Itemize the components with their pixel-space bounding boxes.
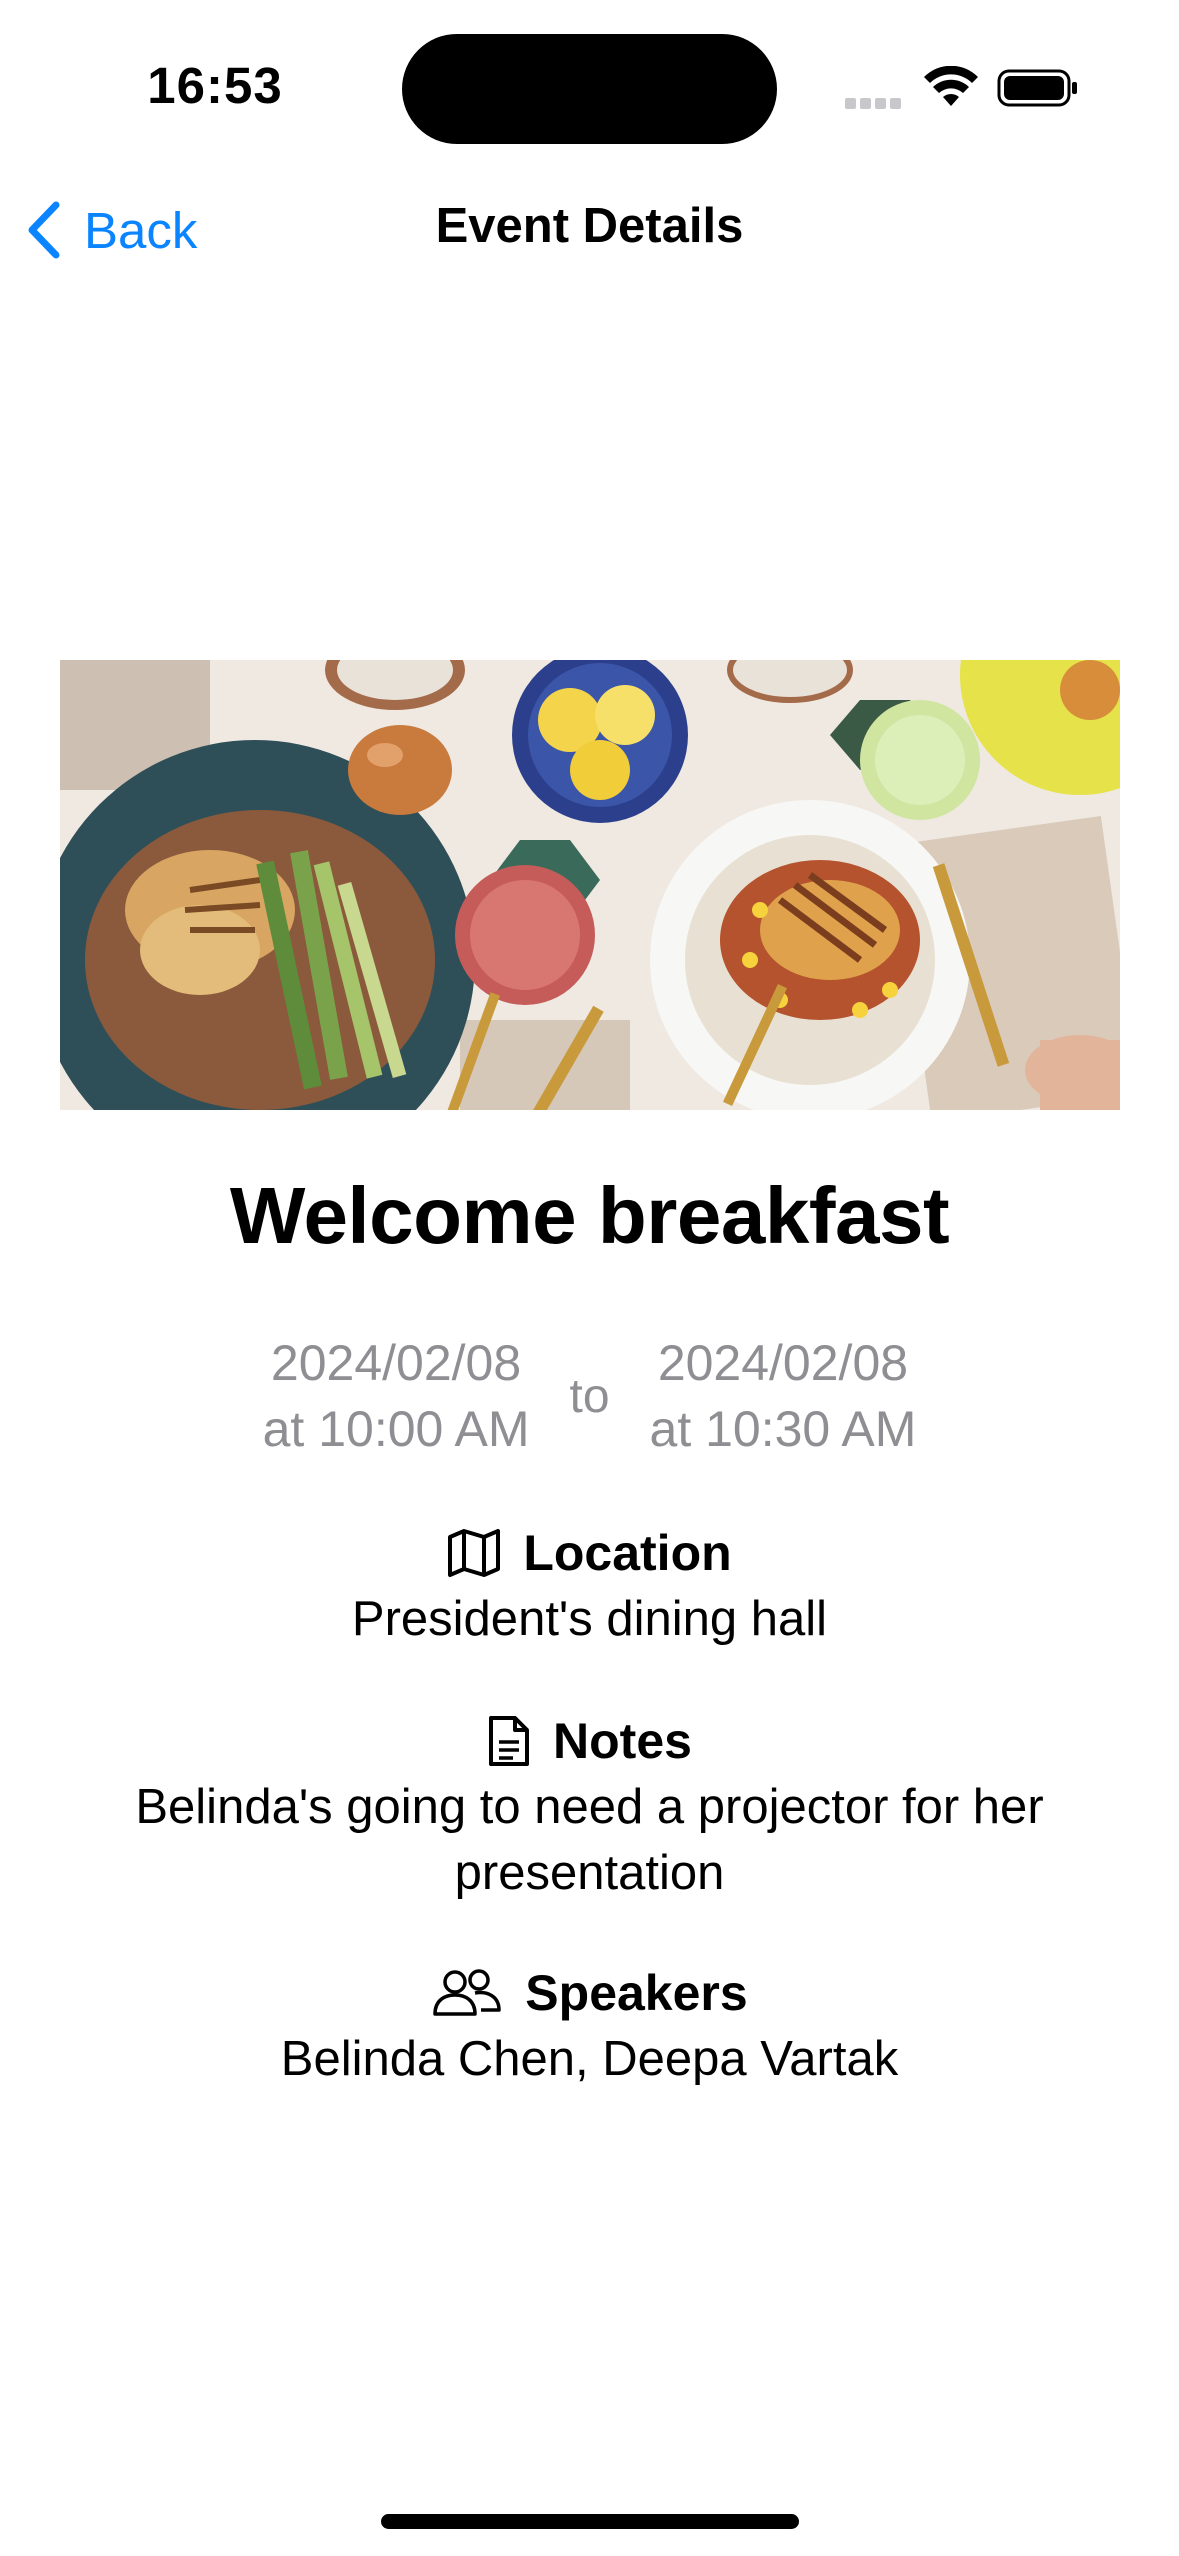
page-title: Event Details (435, 199, 744, 253)
dynamic-island (402, 34, 777, 144)
event-image (60, 660, 1120, 1110)
speakers-value: Belinda Chen, Deepa Vartak (280, 2032, 899, 2086)
end-time: at 10:30 AM (649, 1401, 917, 1457)
people-icon (433, 1969, 502, 2016)
battery-icon (997, 69, 1077, 107)
status-bar: 16:53 (0, 0, 1179, 170)
notes-header: Notes (0, 1708, 1179, 1774)
map-icon (448, 1529, 501, 1577)
start-time: at 10:00 AM (262, 1401, 530, 1457)
start-datetime: 2024/02/08 at 10:00 AM (263, 1330, 530, 1462)
location-header: Location (0, 1520, 1179, 1586)
event-date-range: 2024/02/08 at 10:00 AM to 2024/02/08 at … (0, 1330, 1179, 1462)
wifi-icon (924, 66, 978, 106)
notes-value: Belinda's going to need a projector for … (135, 1780, 1044, 1900)
status-time: 16:53 (147, 57, 283, 114)
notes-label: Notes (553, 1713, 692, 1769)
date-separator: to (569, 1369, 610, 1423)
start-date: 2024/02/08 (270, 1335, 522, 1391)
location-label: Location (523, 1525, 732, 1581)
location-value: President's dining hall (351, 1592, 828, 1646)
navigation-bar: Back Event Details (0, 180, 1179, 280)
end-date: 2024/02/08 (657, 1335, 909, 1391)
document-icon (489, 1716, 530, 1766)
cellular-signal-icon (845, 96, 905, 109)
location-section: Location President's dining hall (0, 1520, 1179, 1652)
event-title: Welcome breakfast (229, 1171, 950, 1260)
speakers-section: Speakers Belinda Chen, Deepa Vartak (0, 1960, 1179, 2092)
speakers-label: Speakers (525, 1965, 748, 2021)
notes-section: Notes Belinda's going to need a projecto… (0, 1708, 1179, 1906)
end-datetime: 2024/02/08 at 10:30 AM (650, 1330, 917, 1462)
home-indicator[interactable] (381, 2514, 799, 2529)
speakers-header: Speakers (0, 1960, 1179, 2026)
